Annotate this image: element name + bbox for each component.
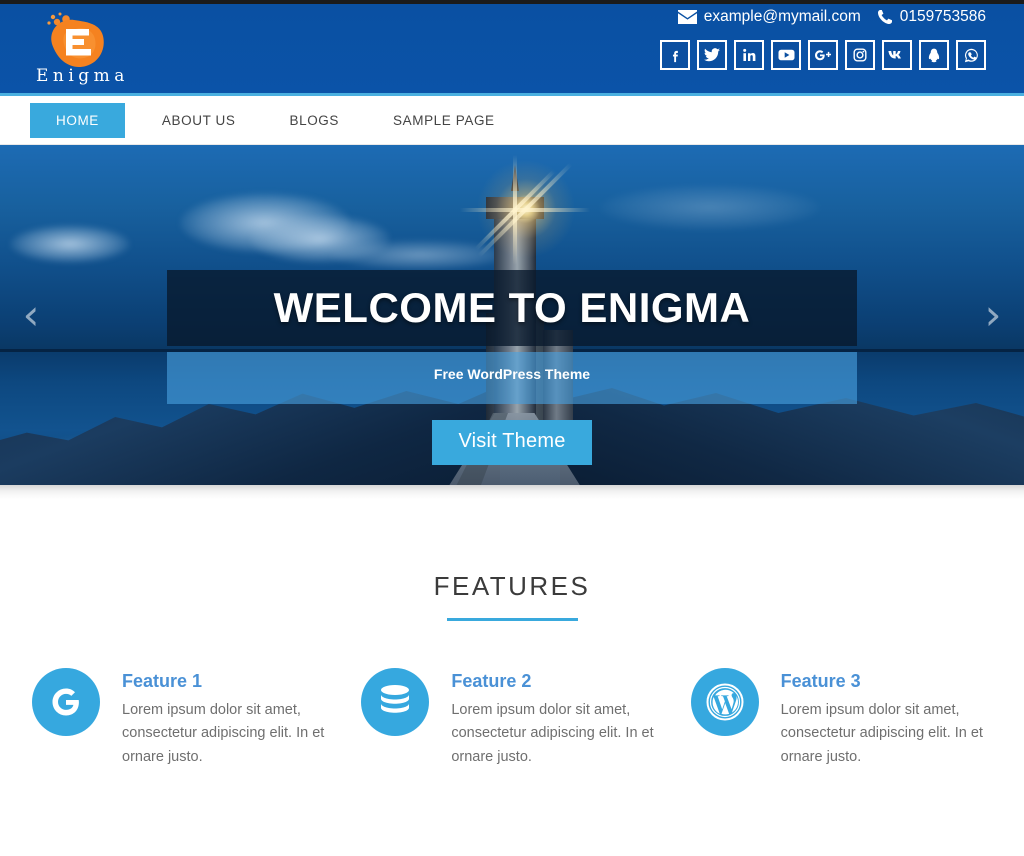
site-logo[interactable]: Enigma <box>14 4 164 92</box>
hero-bottom-shadow <box>0 485 1024 499</box>
features-underline <box>446 618 578 621</box>
nav-item-about-us[interactable]: ABOUT US <box>145 104 253 137</box>
site-header: Enigma example@mymail.com 0159753586 <box>0 0 1024 93</box>
phone-icon <box>877 9 893 25</box>
hero-slider: WELCOME TO ENIGMA Free WordPress Theme V… <box>0 145 1024 485</box>
main-navigation: HOME ABOUT US BLOGS SAMPLE PAGE <box>0 96 1024 145</box>
feature-text-1: Feature 1 Lorem ipsum dolor sit amet, co… <box>122 668 333 769</box>
features-section: FEATURES Feature 1 Lorem ipsum dolor sit… <box>0 499 1024 769</box>
envelope-icon <box>677 10 697 24</box>
feature-title-1: Feature 1 <box>122 671 203 691</box>
contact-email-text: example@mymail.com <box>703 8 861 25</box>
contact-phone[interactable]: 0159753586 <box>877 8 986 26</box>
vk-icon[interactable] <box>882 40 912 70</box>
nav-item-blogs[interactable]: BLOGS <box>272 104 356 137</box>
hero-button-row: Visit Theme <box>167 420 857 466</box>
wordpress-icon <box>690 668 759 736</box>
feature-title-2: Feature 2 <box>451 671 532 691</box>
nav-item-home[interactable]: HOME <box>30 102 125 138</box>
hero-caption: WELCOME TO ENIGMA Free WordPress Theme V… <box>167 270 857 466</box>
feature-text-2: Feature 2 Lorem ipsum dolor sit amet, co… <box>451 668 662 769</box>
visit-theme-button[interactable]: Visit Theme <box>432 420 592 466</box>
contact-email[interactable]: example@mymail.com <box>677 8 861 26</box>
logo-blob-icon <box>40 10 110 72</box>
feature-card-2: Feature 2 Lorem ipsum dolor sit amet, co… <box>347 668 676 769</box>
feature-card-3: Feature 3 Lorem ipsum dolor sit amet, co… <box>677 668 1006 769</box>
facebook-icon[interactable] <box>660 40 690 70</box>
hero-subtitle: Free WordPress Theme <box>167 352 857 405</box>
social-links <box>660 40 986 70</box>
qq-icon[interactable] <box>919 40 949 70</box>
twitter-icon[interactable] <box>697 40 727 70</box>
feature-description-2: Lorem ipsum dolor sit amet, consectetur … <box>451 702 654 765</box>
google-g-icon <box>32 668 100 736</box>
feature-description-1: Lorem ipsum dolor sit amet, consectetur … <box>122 702 325 765</box>
header-contact-info: example@mymail.com 0159753586 <box>677 8 986 26</box>
linkedin-icon[interactable] <box>734 40 764 70</box>
youtube-icon[interactable] <box>771 40 801 70</box>
logo-text: Enigma <box>36 66 129 86</box>
instagram-icon[interactable] <box>845 40 875 70</box>
database-icon <box>361 668 430 736</box>
page-root: Enigma example@mymail.com 0159753586 HOM… <box>0 0 1024 856</box>
whatsapp-icon[interactable] <box>956 40 986 70</box>
hero-title: WELCOME TO ENIGMA <box>167 270 857 347</box>
features-grid: Feature 1 Lorem ipsum dolor sit amet, co… <box>0 668 1024 769</box>
feature-title-3: Feature 3 <box>780 671 861 691</box>
slider-prev-arrow-icon[interactable]: ‹ <box>8 294 54 336</box>
feature-text-3: Feature 3 Lorem ipsum dolor sit amet, co… <box>781 668 992 769</box>
feature-description-3: Lorem ipsum dolor sit amet, consectetur … <box>780 702 983 765</box>
contact-phone-text: 0159753586 <box>899 8 986 25</box>
slider-next-arrow-icon[interactable]: › <box>970 294 1016 336</box>
nav-item-sample-page[interactable]: SAMPLE PAGE <box>376 104 512 137</box>
google-plus-icon[interactable] <box>808 40 838 70</box>
features-header: FEATURES <box>0 571 1024 621</box>
feature-card-1: Feature 1 Lorem ipsum dolor sit amet, co… <box>18 668 347 769</box>
features-title: FEATURES <box>433 571 591 601</box>
